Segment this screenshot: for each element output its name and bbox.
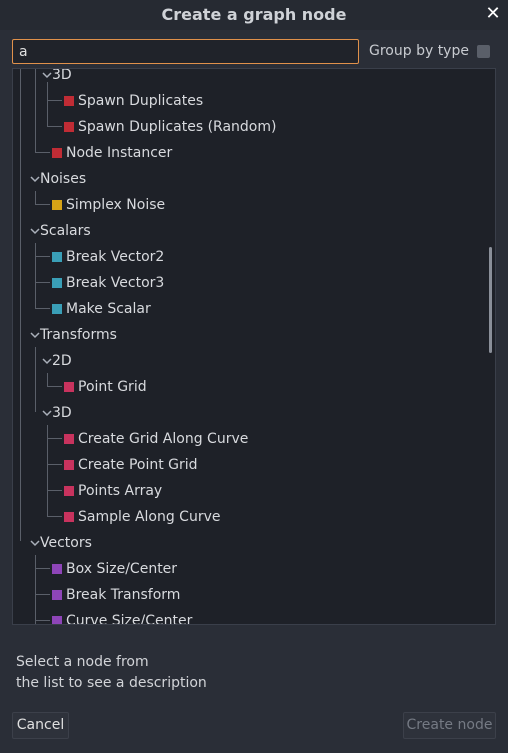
tree-guide-line bbox=[35, 555, 36, 624]
node-label: Sample Along Curve bbox=[78, 509, 221, 525]
tree-guide-line bbox=[35, 308, 50, 309]
node-type-swatch bbox=[52, 278, 62, 288]
group-by-type-label: Group by type bbox=[369, 43, 469, 59]
node-label: Make Scalar bbox=[66, 301, 151, 317]
tree-guide-line bbox=[35, 243, 36, 308]
tree-guide-line bbox=[35, 204, 50, 205]
node-label: Simplex Noise bbox=[66, 197, 166, 213]
group-by-type-checkbox[interactable] bbox=[477, 45, 490, 58]
category-label: Vectors bbox=[40, 535, 92, 551]
tree-guide-line bbox=[47, 386, 62, 387]
node-label: Node Instancer bbox=[66, 145, 173, 161]
tree-guide-line bbox=[35, 347, 36, 412]
tree-scrollbar[interactable] bbox=[489, 247, 492, 353]
tree-guide-line bbox=[35, 620, 50, 621]
category-label: 2D bbox=[52, 353, 72, 369]
tree-guide-line bbox=[47, 490, 62, 491]
node-type-swatch bbox=[52, 200, 62, 210]
close-icon[interactable]: ✕ bbox=[482, 3, 504, 25]
chevron-down-icon[interactable] bbox=[30, 322, 40, 348]
node-description: Select a node from the list to see a des… bbox=[16, 652, 207, 694]
node-type-swatch bbox=[52, 252, 62, 262]
tree-guide-line bbox=[47, 464, 62, 465]
tree-guide-line bbox=[35, 594, 50, 595]
node-type-swatch bbox=[52, 148, 62, 158]
node-type-swatch bbox=[52, 590, 62, 600]
tree-guide-line bbox=[35, 256, 50, 257]
node-label: Break Vector3 bbox=[66, 275, 165, 291]
tree-guide-line bbox=[35, 69, 36, 152]
search-input[interactable] bbox=[12, 39, 359, 64]
node-label: Spawn Duplicates bbox=[78, 93, 204, 109]
tree-guide-line bbox=[47, 126, 62, 127]
node-label: Create Grid Along Curve bbox=[78, 431, 249, 447]
node-label: Points Array bbox=[78, 483, 163, 499]
tree-guide-line bbox=[47, 516, 62, 517]
tree-guide-line bbox=[35, 152, 50, 153]
node-label: Break Transform bbox=[66, 587, 181, 603]
cancel-button[interactable]: Cancel bbox=[12, 712, 69, 739]
node-label: Create Point Grid bbox=[78, 457, 198, 473]
tree-guide-line bbox=[47, 82, 48, 127]
description-line: the list to see a description bbox=[16, 675, 207, 691]
category-label: Noises bbox=[40, 171, 87, 187]
category-label: Transforms bbox=[40, 327, 117, 343]
node-type-swatch bbox=[64, 96, 74, 106]
node-type-swatch bbox=[64, 382, 74, 392]
tree-guide-line bbox=[35, 191, 36, 204]
node-type-swatch bbox=[64, 486, 74, 496]
tree-guide-line bbox=[20, 69, 21, 541]
category-label: 3D bbox=[52, 405, 72, 421]
title-bar: Create a graph node ✕ bbox=[0, 0, 508, 30]
node-type-swatch bbox=[52, 616, 62, 624]
chevron-down-icon[interactable] bbox=[30, 530, 40, 556]
node-type-swatch bbox=[64, 122, 74, 132]
chevron-down-icon[interactable] bbox=[30, 218, 40, 244]
category-label: Scalars bbox=[40, 223, 91, 239]
create-graph-node-dialog: Create a graph node ✕ Group by type bbox=[0, 0, 508, 753]
node-label: Point Grid bbox=[78, 379, 147, 395]
tree-guide-line bbox=[35, 282, 50, 283]
node-label: Curve Size/Center bbox=[66, 613, 193, 625]
chevron-down-icon[interactable] bbox=[30, 166, 40, 192]
node-type-swatch bbox=[64, 460, 74, 470]
node-type-swatch bbox=[64, 434, 74, 444]
node-type-swatch bbox=[52, 304, 62, 314]
dialog-title: Create a graph node bbox=[161, 5, 347, 24]
chevron-down-icon[interactable] bbox=[42, 348, 52, 374]
chevron-down-icon[interactable] bbox=[42, 69, 52, 88]
tree-guide-line bbox=[47, 100, 62, 101]
node-tree[interactable]: 3D Spawn Duplicates Spawn Duplicates (Ra… bbox=[12, 68, 496, 625]
node-label: Box Size/Center bbox=[66, 561, 178, 577]
node-label: Spawn Duplicates (Random) bbox=[78, 119, 277, 135]
node-type-swatch bbox=[64, 512, 74, 522]
category-label: 3D bbox=[52, 68, 72, 83]
create-node-button[interactable]: Create node bbox=[403, 712, 496, 739]
tree-guide-line bbox=[47, 438, 62, 439]
tree-guide-line bbox=[47, 373, 48, 386]
node-type-swatch bbox=[52, 564, 62, 574]
tree-guide-line bbox=[35, 568, 50, 569]
description-line: Select a node from bbox=[16, 654, 149, 670]
node-label: Break Vector2 bbox=[66, 249, 165, 265]
chevron-down-icon[interactable] bbox=[42, 400, 52, 426]
